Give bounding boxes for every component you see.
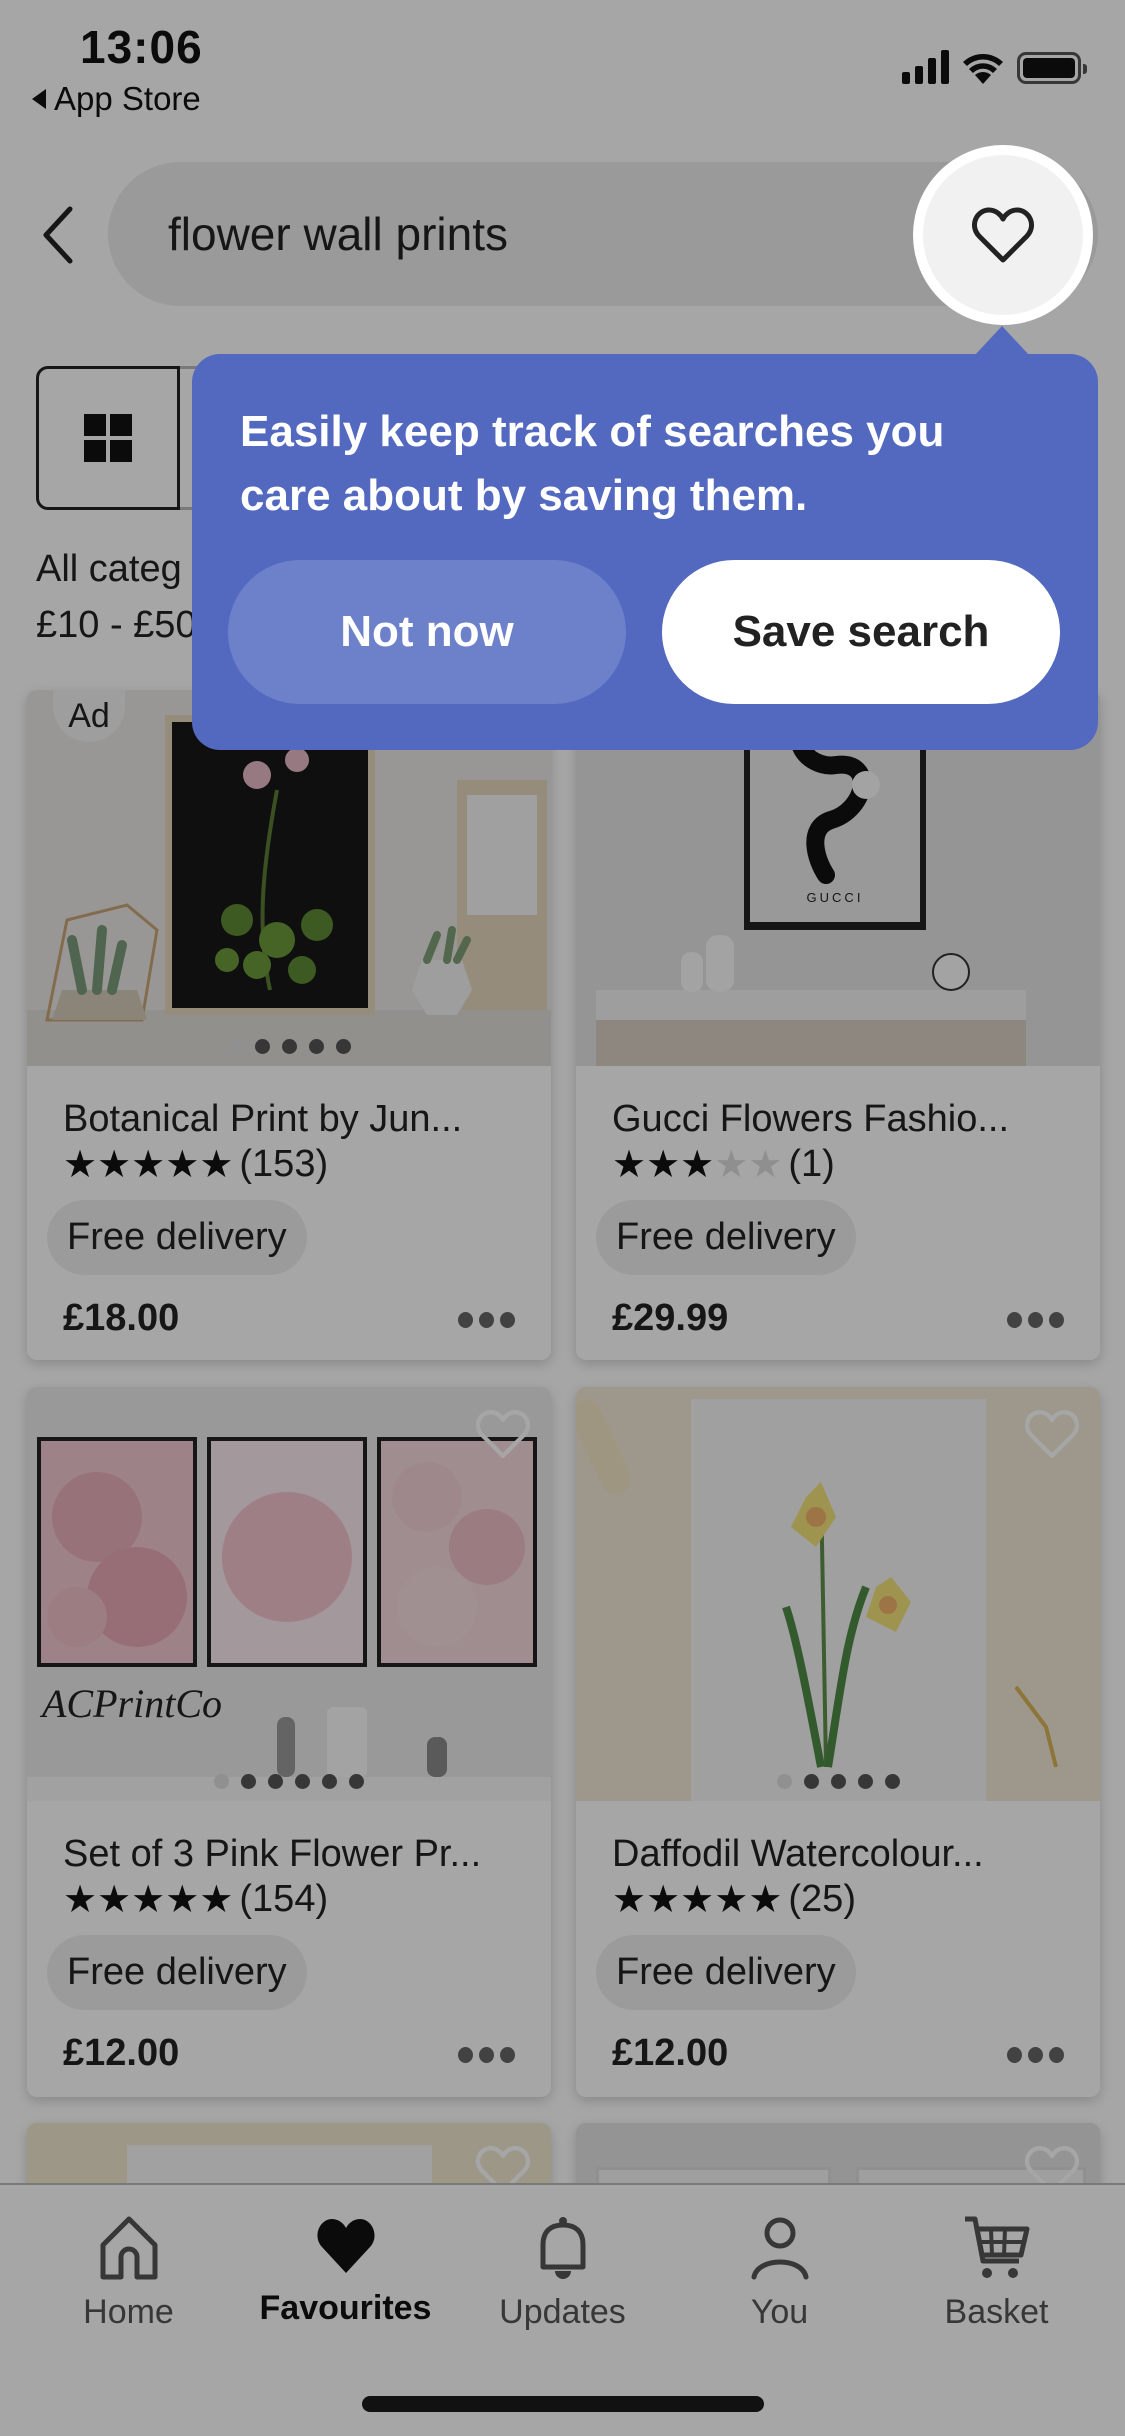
heart-outline-icon <box>972 207 1034 263</box>
save-search-tooltip: Easily keep track of searches you care a… <box>192 326 1098 750</box>
not-now-button[interactable]: Not now <box>228 560 626 704</box>
save-search-heart-button[interactable] <box>913 145 1093 325</box>
tooltip-message: Easily keep track of searches you care a… <box>240 407 945 520</box>
save-search-button[interactable]: Save search <box>662 560 1060 704</box>
home-indicator <box>362 2396 764 2412</box>
